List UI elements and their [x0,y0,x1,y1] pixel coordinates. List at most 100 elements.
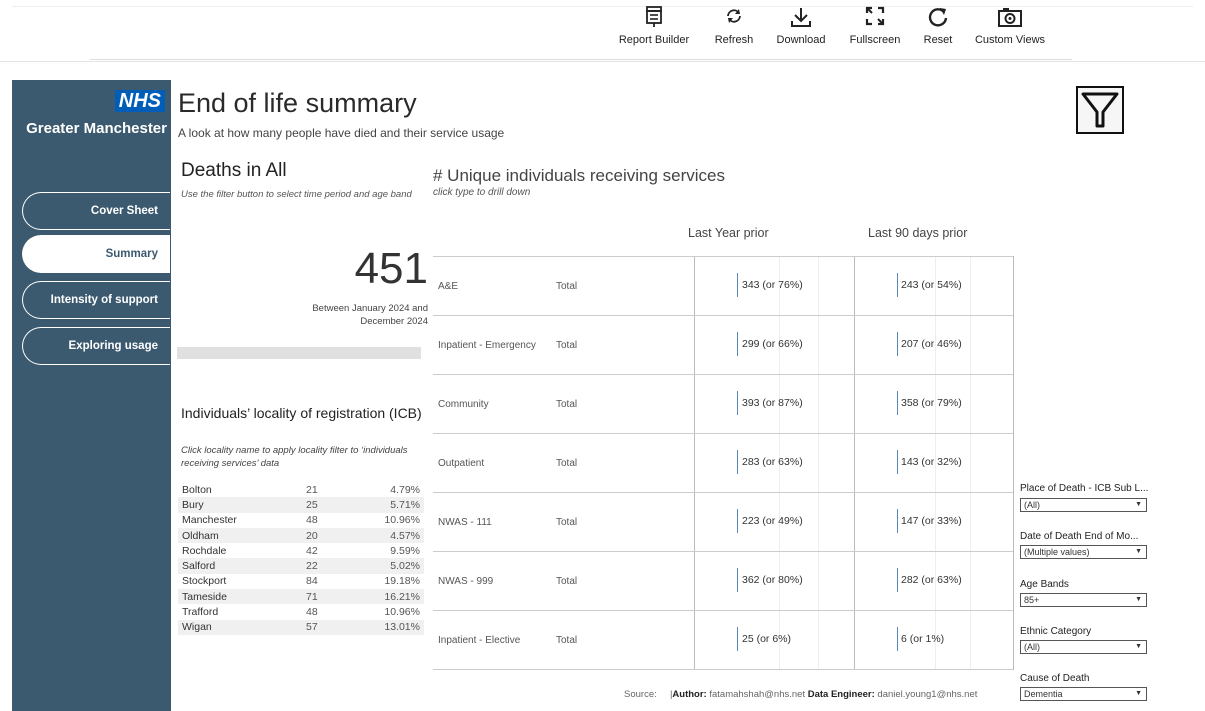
value-tick [737,450,738,474]
chevron-down-icon: ▼ [1135,596,1142,603]
service-type[interactable]: Total [556,399,577,410]
ethnic-category-select[interactable]: (All) ▼ [1020,640,1147,654]
nav-label: Intensity of support [50,294,158,306]
filter-button[interactable] [1076,86,1124,134]
chevron-down-icon: ▼ [1135,690,1142,697]
service-type[interactable]: Total [556,458,577,469]
service-row[interactable]: Inpatient - Emergency Total 299 (or 66%)… [433,315,1013,374]
nav-cover-sheet[interactable]: Cover Sheet [22,192,170,230]
nav-summary[interactable]: Summary [22,235,170,273]
col-header-last-year: Last Year prior [688,226,769,240]
service-type[interactable]: Total [556,635,577,646]
service-type[interactable]: Total [556,576,577,587]
locality-name[interactable]: Tameside [178,591,306,603]
locality-count: 20 [306,529,318,542]
locality-row[interactable]: Bolton 21 4.79% [178,482,424,497]
chevron-down-icon: ▼ [1135,643,1142,650]
service-type[interactable]: Total [556,517,577,528]
footer-source: Source: [624,689,657,700]
refresh-button[interactable]: Refresh [709,6,759,46]
service-name[interactable]: A&E [438,281,458,292]
locality-name[interactable]: Stockport [178,575,306,587]
locality-row[interactable]: Tameside 71 16.21% [178,589,424,605]
value-tick [737,627,738,651]
locality-count: 25 [306,498,318,511]
custom-views-button[interactable]: Custom Views [970,6,1050,46]
select-value: (Multiple values) [1024,547,1090,557]
locality-name[interactable]: Rochdale [178,545,306,557]
locality-name[interactable]: Wigan [178,621,306,633]
service-row[interactable]: NWAS - 999 Total 362 (or 80%) 282 (or 63… [433,551,1013,610]
sidebar: NHS Greater Manchester Cover Sheet Summa… [12,80,171,711]
service-type[interactable]: Total [556,340,577,351]
service-row[interactable]: Inpatient - Elective Total 25 (or 6%) 6 … [433,610,1013,669]
service-name[interactable]: Inpatient - Elective [438,635,520,646]
service-row[interactable]: Outpatient Total 283 (or 63%) 143 (or 32… [433,433,1013,492]
value-last-90-days: 143 (or 32%) [901,456,962,468]
locality-row[interactable]: Trafford 48 10.96% [178,604,424,619]
service-row[interactable]: NWAS - 111 Total 223 (or 49%) 147 (or 33… [433,492,1013,551]
services-table: A&E Total 343 (or 76%) 243 (or 54%) Inpa… [433,256,1013,670]
value-last-90-days: 147 (or 33%) [901,515,962,527]
service-name[interactable]: NWAS - 999 [438,576,493,587]
locality-name[interactable]: Oldham [178,530,306,542]
fullscreen-button[interactable]: Fullscreen [846,6,904,46]
services-note: click type to drill down [433,187,531,198]
value-tick [737,332,738,356]
locality-row[interactable]: Wigan 57 13.01% [178,619,424,635]
service-row[interactable]: A&E Total 343 (or 76%) 243 (or 54%) [433,256,1013,315]
locality-row[interactable]: Bury 25 5.71% [178,497,424,513]
service-name[interactable]: Outpatient [438,458,484,469]
locality-table: Bolton 21 4.79% Bury 25 5.71% Manchester 48 10… [178,482,424,635]
reset-button[interactable]: Reset [918,6,958,46]
nav-intensity-of-support[interactable]: Intensity of support [22,281,170,319]
value-last-year: 343 (or 76%) [742,279,803,291]
report-builder-button[interactable]: Report Builder [614,6,694,46]
service-name[interactable]: Inpatient - Emergency [438,340,536,351]
camera-icon [970,6,1050,30]
value-tick [897,509,898,533]
service-name[interactable]: NWAS - 111 [438,517,492,528]
page-subtitle: A look at how many people have died and … [178,126,505,140]
period-line-2: December 2024 [360,316,428,327]
locality-name[interactable]: Salford [178,560,306,572]
locality-name[interactable]: Trafford [178,606,306,618]
locality-row[interactable]: Stockport 84 19.18% [178,574,424,589]
locality-pct: 9.59% [390,544,420,557]
cause-of-death-select[interactable]: Dementia ▼ [1020,687,1147,701]
locality-count: 42 [306,544,318,557]
value-tick [737,568,738,592]
locality-name[interactable]: Manchester [178,514,306,526]
value-last-year: 25 (or 6%) [742,633,792,645]
locality-row[interactable]: Salford 22 5.02% [178,558,424,574]
nav-exploring-usage[interactable]: Exploring usage [22,327,170,365]
value-last-90-days: 282 (or 63%) [901,574,962,586]
locality-row[interactable]: Manchester 48 10.96% [178,513,424,528]
deaths-period: Between January 2024 and December 2024 [290,302,428,328]
age-bands-select[interactable]: 85+ ▼ [1020,593,1147,607]
service-name[interactable]: Community [438,399,489,410]
download-button[interactable]: Download [772,6,830,46]
page-title: End of life summary [178,88,417,118]
service-type[interactable]: Total [556,281,577,292]
locality-count: 22 [306,560,318,573]
locality-pct: 10.96% [384,606,420,619]
value-tick [897,627,898,651]
locality-name[interactable]: Bolton [178,484,306,496]
chevron-down-icon: ▼ [1135,548,1142,555]
footer-engineer: daniel.young1@nhs.net [877,689,978,700]
filter-label-place-of-death: Place of Death - ICB Sub L... [1020,483,1149,494]
deaths-title: Deaths in All [181,160,287,181]
value-tick [897,568,898,592]
chevron-down-icon: ▼ [1135,501,1142,508]
date-of-death-select[interactable]: (Multiple values) ▼ [1020,545,1147,559]
locality-pct: 4.57% [390,529,420,542]
place-of-death-select[interactable]: (All) ▼ [1020,498,1147,512]
locality-count: 21 [306,483,318,496]
refresh-icon [709,6,759,30]
locality-name[interactable]: Bury [178,499,306,511]
locality-row[interactable]: Rochdale 42 9.59% [178,543,424,558]
service-row[interactable]: Community Total 393 (or 87%) 358 (or 79%… [433,374,1013,433]
footer-author-label: Author: [672,689,707,700]
locality-row[interactable]: Oldham 20 4.57% [178,527,424,544]
